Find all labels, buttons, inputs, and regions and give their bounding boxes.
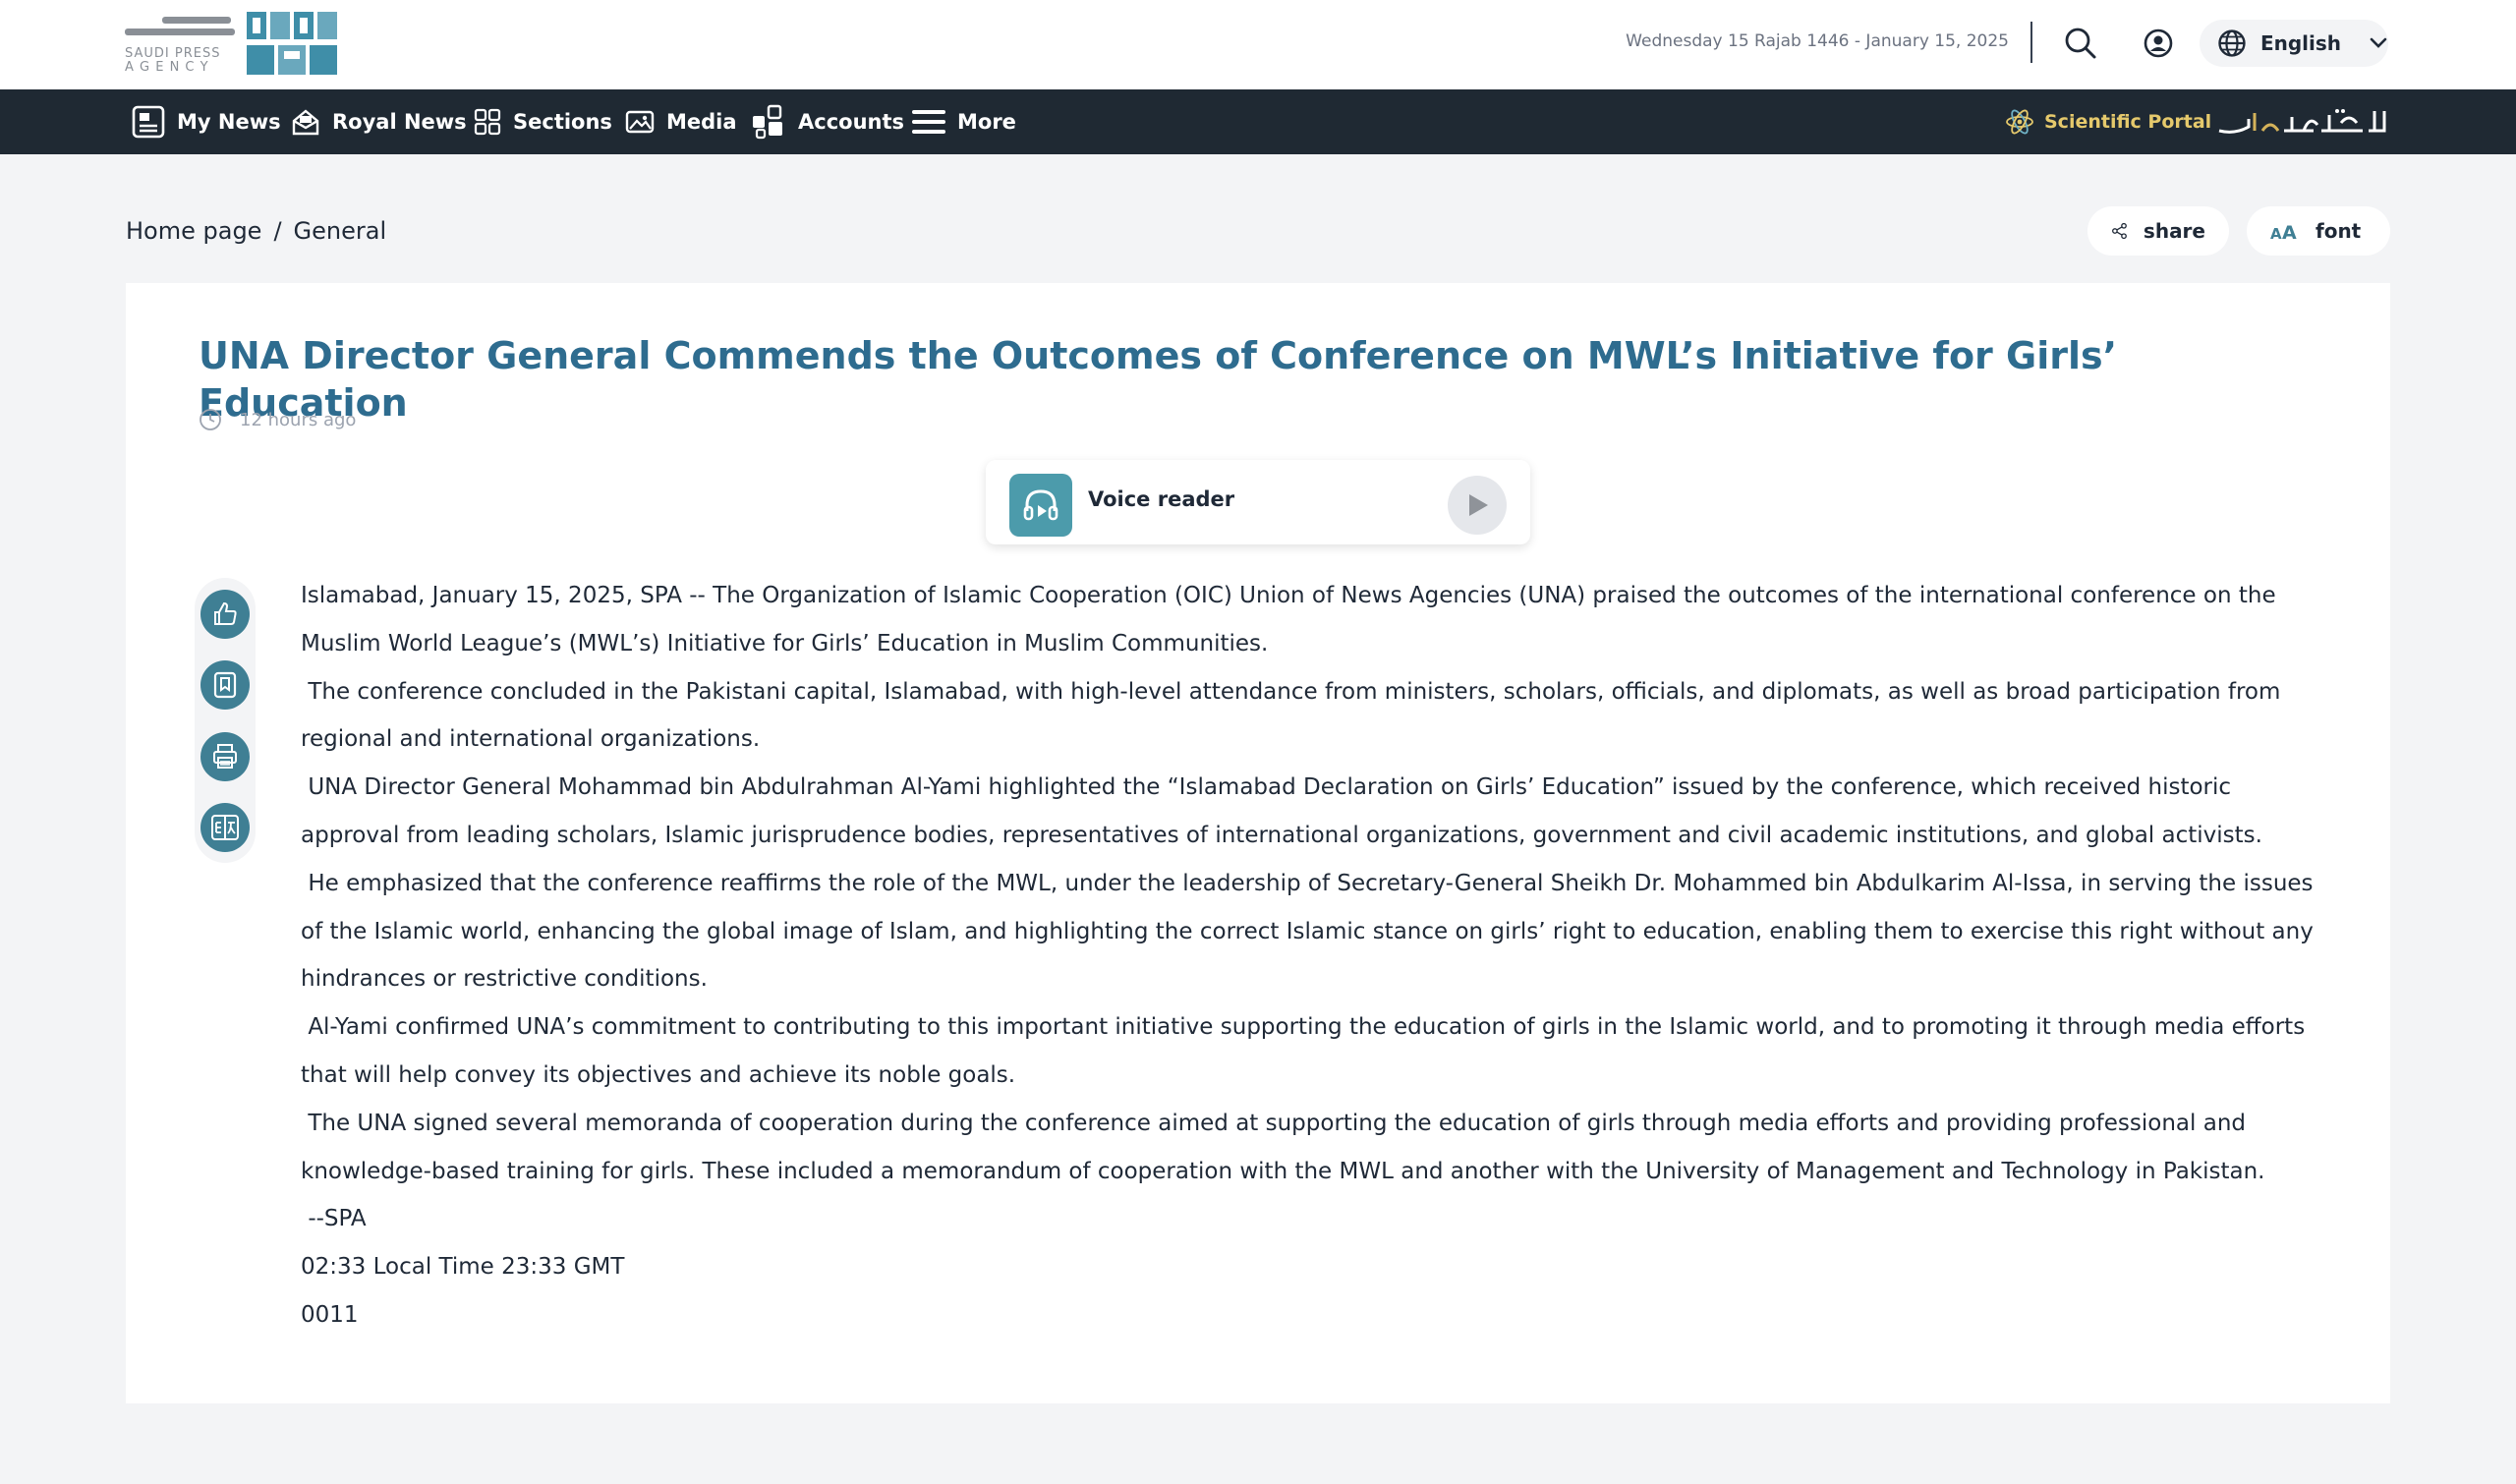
svg-text:A: A bbox=[2282, 222, 2297, 242]
nav-label: Royal News bbox=[332, 110, 467, 134]
main-navigation: My News Royal News Sections Media Accoun… bbox=[0, 89, 2516, 154]
article-local-time: 02:33 Local Time 23:33 GMT bbox=[301, 1254, 625, 1281]
royal-news-icon bbox=[292, 109, 319, 136]
nav-item-royal-news[interactable]: Royal News bbox=[291, 89, 467, 154]
article-paragraph: The UNA signed several memoranda of coop… bbox=[301, 1110, 2265, 1184]
article-card: UNA Director General Commends the Outcom… bbox=[126, 283, 2390, 1403]
article-paragraph: Al-Yami confirmed UNA’s commitment to co… bbox=[301, 1014, 2313, 1088]
nav-label: More bbox=[957, 110, 1016, 134]
logo-line-2: A G E N C Y bbox=[125, 60, 209, 75]
breadcrumb-current[interactable]: General bbox=[294, 217, 387, 245]
headphones-icon bbox=[1023, 489, 1058, 521]
article-code: 0011 bbox=[301, 1301, 359, 1328]
article-body: Islamabad, January 15, 2025, SPA -- The … bbox=[301, 572, 2325, 1340]
logo-line-1: SAUDI PRESS bbox=[125, 46, 221, 61]
top-bar: SAUDI PRESS A G E N C Y Wednesday 15 Raj… bbox=[0, 0, 2516, 89]
spa-logo-mark-icon bbox=[247, 12, 337, 75]
article-timestamp: 12 hours ago bbox=[199, 405, 356, 434]
print-icon bbox=[213, 744, 237, 769]
translate-icon bbox=[211, 815, 239, 840]
play-button[interactable] bbox=[1448, 476, 1507, 535]
font-size-button[interactable]: A A font bbox=[2247, 206, 2390, 256]
search-icon bbox=[2065, 28, 2096, 59]
scientific-portal-link[interactable]: Scientific Portal bbox=[2005, 89, 2211, 154]
user-account-button[interactable] bbox=[2141, 26, 2176, 61]
nav-label: Media bbox=[666, 110, 737, 134]
atom-icon bbox=[2006, 109, 2033, 135]
article-paragraph: Islamabad, January 15, 2025, SPA -- The … bbox=[301, 583, 2283, 656]
globe-icon bbox=[2218, 29, 2246, 57]
play-icon bbox=[1469, 494, 1488, 516]
sections-grid-icon bbox=[474, 108, 501, 136]
search-button[interactable] bbox=[2059, 22, 2102, 65]
bookmark-button[interactable] bbox=[200, 660, 250, 710]
language-selector[interactable]: English bbox=[2200, 20, 2388, 67]
date-display: Wednesday 15 Rajab 1446 - January 15, 20… bbox=[1626, 31, 2009, 51]
thumbs-up-icon bbox=[214, 601, 237, 625]
breadcrumb-home-link[interactable]: Home page bbox=[126, 217, 261, 245]
menu-icon bbox=[912, 110, 945, 134]
font-size-icon: A A bbox=[2270, 222, 2297, 242]
print-button[interactable] bbox=[200, 732, 250, 781]
article-actions-bar bbox=[195, 578, 256, 863]
nav-item-more[interactable]: More bbox=[912, 89, 1016, 154]
like-button[interactable] bbox=[200, 590, 250, 639]
clock-icon bbox=[200, 409, 221, 430]
media-image-icon bbox=[625, 110, 655, 134]
header-divider bbox=[2030, 22, 2032, 63]
article-paragraph: He emphasized that the conference reaffi… bbox=[301, 870, 2321, 993]
nav-item-sections[interactable]: Sections bbox=[474, 89, 612, 154]
voice-reader: Voice reader bbox=[986, 460, 1530, 544]
share-label: share bbox=[2143, 219, 2205, 243]
nav-label: Accounts bbox=[798, 110, 905, 134]
voice-reader-badge bbox=[1009, 474, 1072, 537]
voice-reader-label: Voice reader bbox=[1088, 487, 1235, 511]
article-paragraph: The conference concluded in the Pakistan… bbox=[301, 678, 2288, 753]
user-icon bbox=[2144, 29, 2173, 58]
article-title: UNA Director General Commends the Outcom… bbox=[199, 334, 2118, 425]
portal-label: Scientific Portal bbox=[2044, 111, 2212, 133]
svg-text:A: A bbox=[2270, 225, 2282, 242]
language-label: English bbox=[2259, 31, 2342, 55]
breadcrumb-separator: / bbox=[273, 217, 282, 245]
translate-button[interactable] bbox=[200, 803, 250, 852]
nav-item-media[interactable]: Media bbox=[625, 89, 737, 154]
nav-label: Sections bbox=[513, 110, 612, 134]
share-button[interactable]: share bbox=[2087, 206, 2229, 256]
my-news-icon bbox=[132, 105, 165, 139]
breadcrumb: Home page / General bbox=[126, 216, 386, 246]
font-label: font bbox=[2316, 219, 2362, 243]
share-icon bbox=[2112, 222, 2127, 240]
bookmark-icon bbox=[213, 671, 237, 699]
article-source: --SPA bbox=[301, 1206, 367, 1232]
nav-item-my-news[interactable]: My News bbox=[132, 89, 281, 154]
logo-english-wordmark: SAUDI PRESS A G E N C Y bbox=[125, 47, 235, 75]
spa-logo[interactable]: SAUDI PRESS A G E N C Y bbox=[125, 12, 337, 77]
nav-label: My News bbox=[177, 110, 281, 134]
time-ago-text: 12 hours ago bbox=[240, 409, 357, 430]
chevron-down-icon bbox=[2370, 37, 2387, 48]
accounts-icon bbox=[753, 104, 782, 140]
article-paragraph: UNA Director General Mohammad bin Abdulr… bbox=[301, 774, 2262, 848]
umm-alqura-logo-icon[interactable] bbox=[2215, 105, 2390, 139]
nav-item-accounts[interactable]: Accounts bbox=[751, 89, 904, 154]
